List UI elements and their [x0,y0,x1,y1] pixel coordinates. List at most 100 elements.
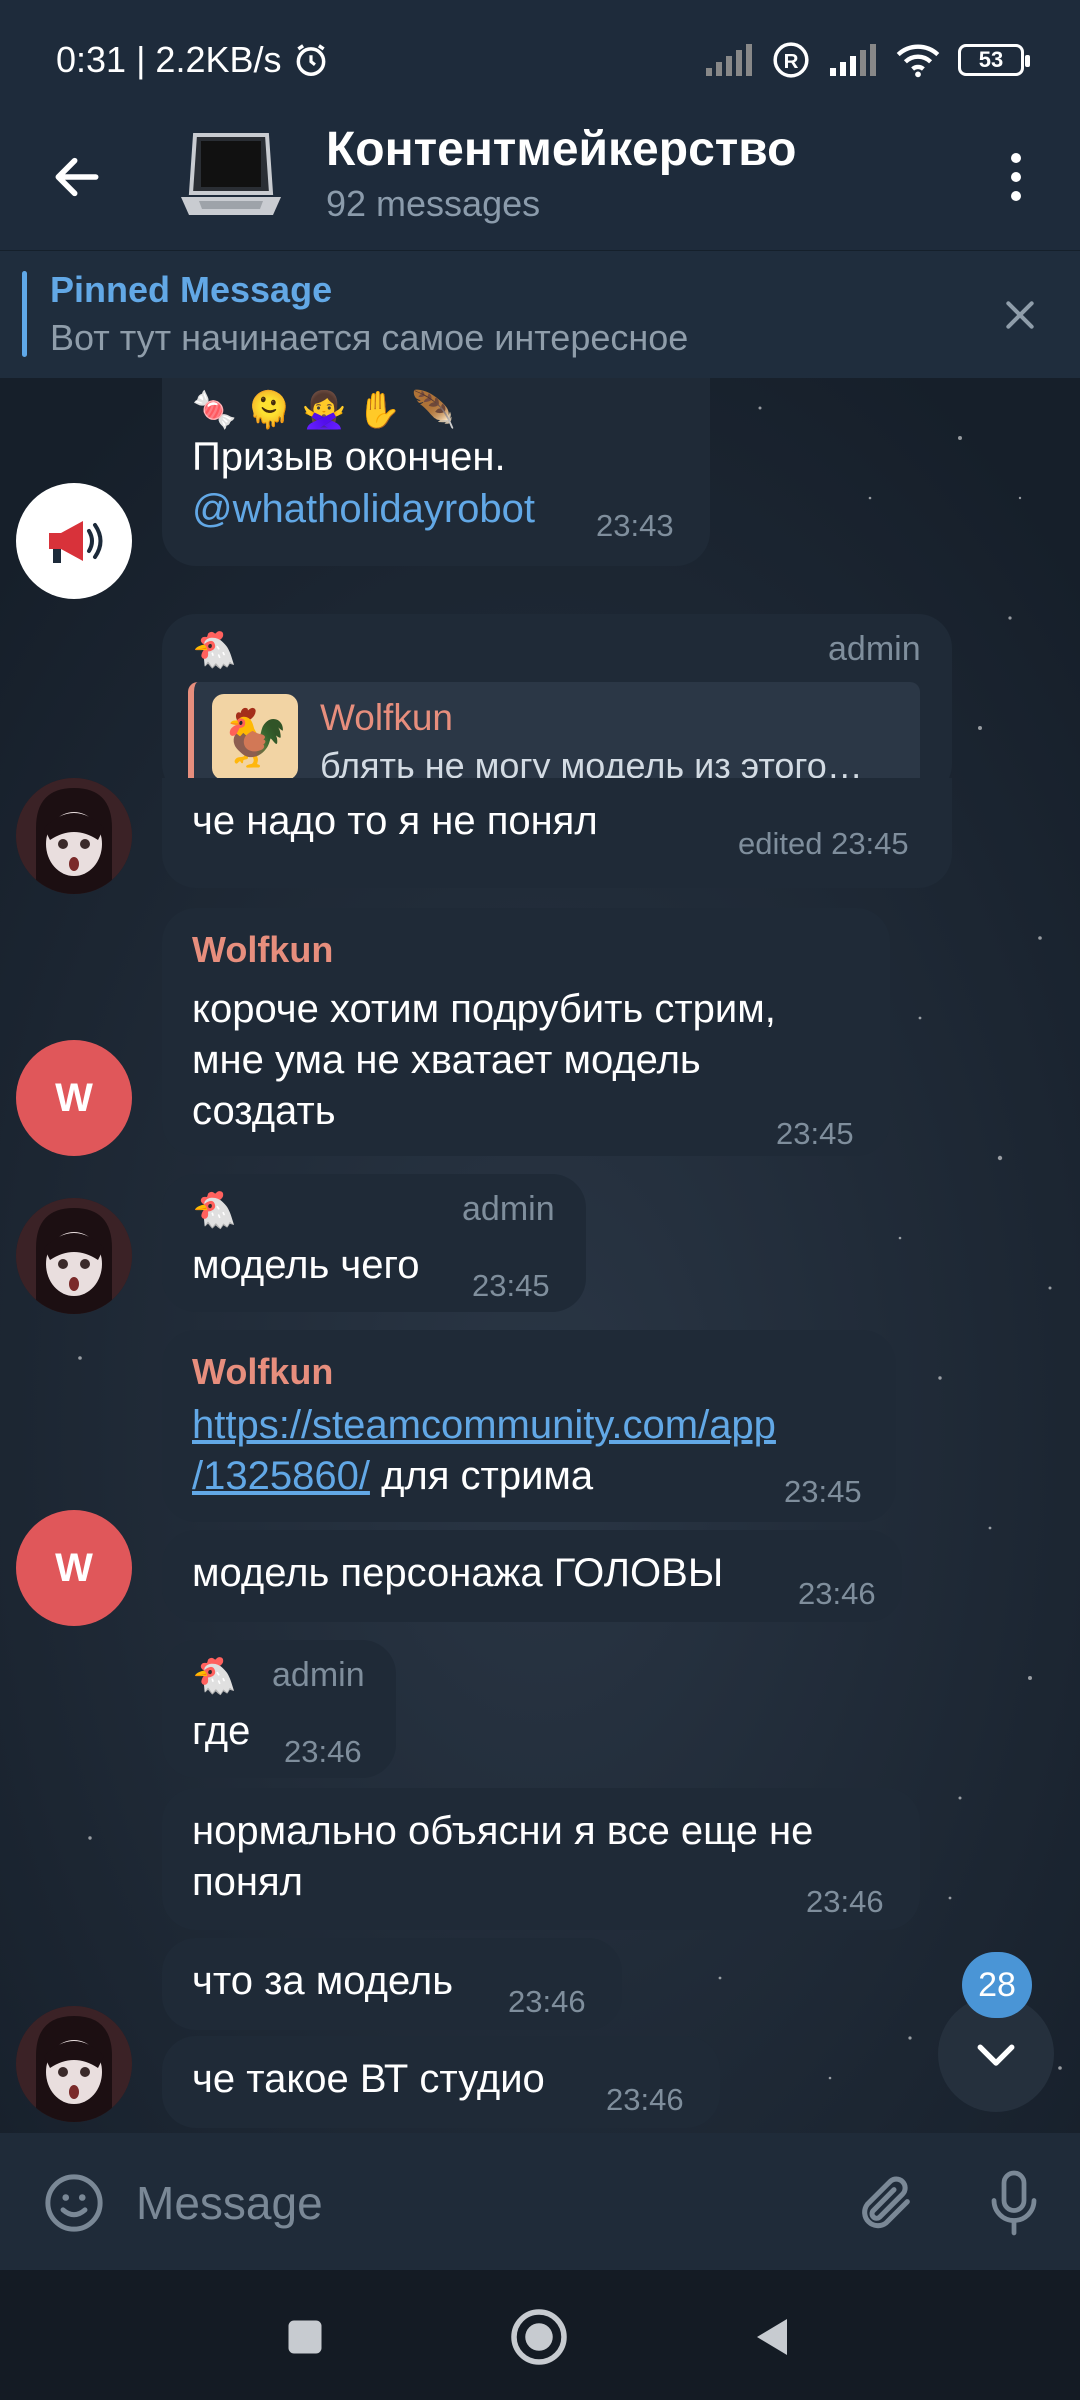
message-text: что за модель [192,1959,454,2003]
unread-count-badge[interactable]: 28 [962,1952,1032,2018]
anime-girl-avatar [16,1198,132,1314]
message-bubble[interactable]: Wolfkun https://steamcommunity.com/app /… [162,1330,896,1522]
status-time: 0:31 | 2.2KB/s [56,39,282,80]
more-options-button[interactable] [986,142,1046,212]
message-text-line: /1325860/ для стрима [192,1451,593,1502]
message-time: 23:45 [472,1268,550,1303]
attach-button[interactable] [846,2163,926,2243]
message-time: 23:46 [508,1984,586,2019]
home-button[interactable] [506,2304,572,2370]
chat-title-block[interactable]: Контентмейкерство 92 messages [326,120,796,228]
emoji-button[interactable] [36,2165,112,2241]
avatar[interactable] [16,778,132,894]
smile-icon [45,2174,103,2232]
message-input[interactable] [136,2163,816,2243]
message-text-line: короче хотим подрубить стрим, [192,987,776,1031]
sender-name: Wolfkun [192,929,334,970]
square-icon [288,2320,322,2354]
signal-icon [706,44,752,76]
chat-title: Контентмейкерство [326,123,797,176]
recents-button[interactable] [272,2304,338,2370]
status-right: R 53 [704,41,1030,79]
more-vertical-icon [1011,153,1021,163]
voice-record-button[interactable] [974,2159,1054,2247]
anime-girl-avatar [16,778,132,894]
chat-message-count: 92 messages [326,183,541,224]
message-time: 23:46 [798,1576,876,1611]
bot-mention-link[interactable]: @whatholidayrobot [192,484,535,535]
paperclip-icon [862,2176,910,2229]
admin-tag: admin [462,1190,555,1228]
battery-indicator: 53 [958,44,1030,76]
message-bubble[interactable]: Wolfkun короче хотим подрубить стрим, мн… [162,908,890,1156]
reply-thumbnail: 🐓 [212,694,298,780]
admin-tag: admin [828,630,921,668]
reply-sender: Wolfkun [320,697,453,738]
message-text: для стрима [369,1454,594,1498]
message-text: модель персонажа ГОЛОВЫ [192,1551,724,1595]
message-bubble[interactable]: 🐔 admin где 23:46 [162,1640,396,1778]
admin-tag: admin [272,1656,365,1694]
back-nav-button[interactable] [740,2304,806,2370]
message-bubble[interactable]: 🐔 admin модель чего 23:45 [162,1174,586,1312]
alarm-icon [296,44,325,76]
steam-link-continued[interactable]: /1325860/ [192,1454,370,1498]
message-text-line: мне ума не хватает модель [192,1038,701,1082]
message-bubble[interactable]: нормально объясни я все еще не понял 23:… [162,1788,920,1930]
message-bubble[interactable]: 🍬 🫠 🙅‍♀️ ✋ 🪶 Призыв окончен. @whatholida… [162,378,710,566]
sender-name: Wolfkun [192,1351,334,1392]
avatar[interactable] [16,1198,132,1314]
status-left: 0:31 | 2.2KB/s [56,39,330,81]
chat-area[interactable]: 🍬 🫠 🙅‍♀️ ✋ 🪶 Призыв окончен. @whatholida… [0,378,1080,2133]
pinned-close-button[interactable] [992,287,1048,343]
back-button[interactable] [42,142,112,212]
more-vertical-icon-dot [1011,172,1021,182]
message-text-line: нормально объясни я все еще не [192,1809,814,1853]
status-bar: 0:31 | 2.2KB/s R 53 [0,0,1080,120]
arrow-left-icon [55,157,99,197]
avatar[interactable] [16,2006,132,2122]
message-bubble[interactable]: что за модель 23:46 [162,1938,622,2030]
wifi-icon [896,44,940,78]
message-text: где [192,1709,251,1753]
chat-header: Контентмейкерство 92 messages [0,120,1080,250]
chat-avatar[interactable] [176,120,286,230]
rooster-icon: 🐔 [192,629,237,670]
pinned-message-bar[interactable]: Pinned Message Вот тут начинается самое … [0,250,1080,378]
emoji-row: 🍬 🫠 🙅‍♀️ ✋ 🪶 [192,389,457,430]
message-bubble[interactable]: че такое ВТ студио 23:46 [162,2036,720,2128]
avatar-initial: W [55,1545,93,1590]
message-time: 23:46 [606,2082,684,2117]
message-bubble[interactable]: 🐔 admin 🐓 Wolfkun блять не могу модель и… [162,614,952,798]
system-nav-bar [0,2270,1080,2400]
message-text: Призыв окончен. [192,435,506,479]
message-time: 23:46 [806,1884,884,1919]
message-text-line: понял [192,1860,303,1904]
pinned-title: Pinned Message [50,269,333,310]
registered-icon: R [773,42,809,78]
chevron-down-icon [977,2044,1015,2066]
avatar[interactable]: W [16,1040,132,1156]
avatar[interactable] [16,483,132,599]
battery-level: 53 [978,47,1004,72]
steam-link[interactable]: https://steamcommunity.com/app [192,1400,776,1451]
message-bubble[interactable]: модель персонажа ГОЛОВЫ 23:46 [162,1530,902,1622]
message-text: модель чего [192,1243,420,1287]
reply-quote[interactable]: 🐓 Wolfkun блять не могу модель из этого… [188,682,920,792]
message-composer [0,2133,1080,2270]
anime-girl-avatar [16,2006,132,2122]
message-text: че такое ВТ студио [192,2057,545,2101]
message-time: 23:45 [776,1116,854,1151]
message-time: edited 23:45 [738,826,909,861]
laptop-icon [181,133,281,215]
message-time: 23:46 [284,1734,362,1769]
pinned-accent-bar [22,271,27,357]
message-bubble-tail: че надо то я не понял edited 23:45 [162,778,952,888]
rooster-icon: 🐔 [192,1655,237,1696]
signal-2-icon [830,44,876,76]
rooster-icon: 🐔 [192,1189,237,1230]
avatar[interactable]: W [16,1510,132,1626]
megaphone-icon [49,521,103,563]
message-time: 23:45 [784,1474,862,1509]
avatar-initial: W [55,1075,93,1120]
